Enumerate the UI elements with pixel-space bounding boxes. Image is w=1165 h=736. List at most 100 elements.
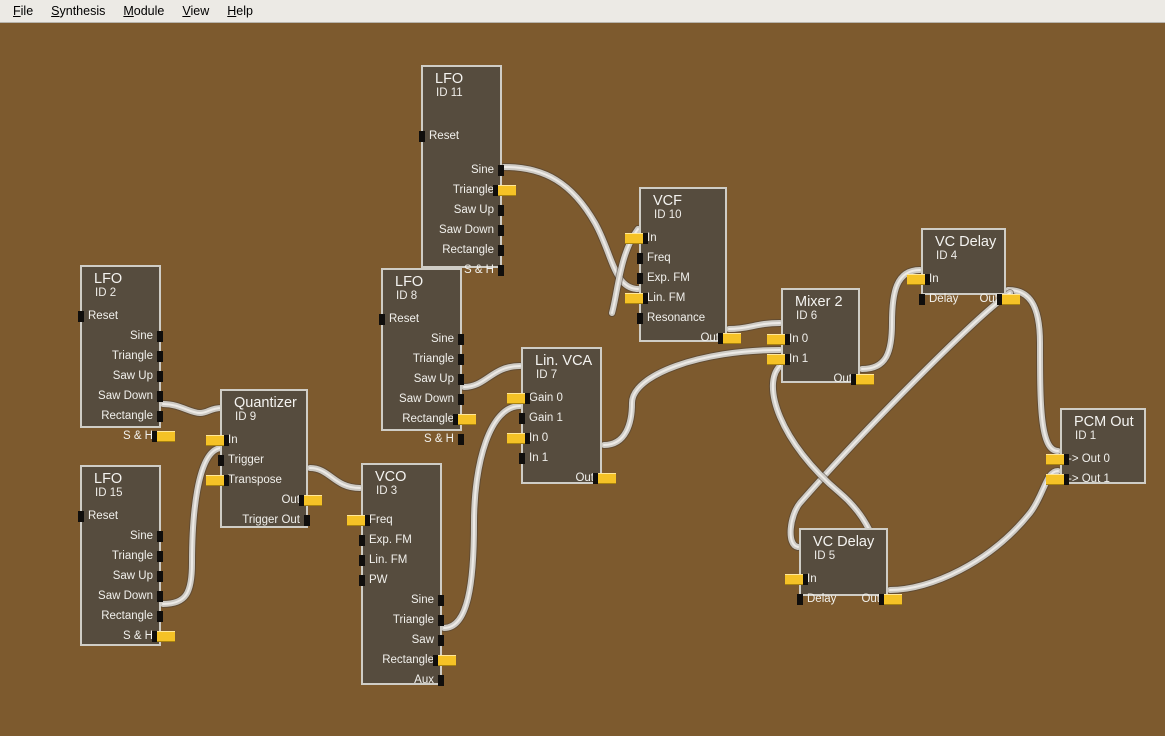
module-pcmout1[interactable]: PCM Out ID 1 -> Out 0 -> Out 1: [1046, 408, 1146, 485]
jack-vcf10-resonance[interactable]: [637, 313, 643, 324]
jack-mixer6-in-0[interactable]: [767, 334, 790, 345]
jack-lfo2-rectangle[interactable]: [157, 411, 163, 422]
jack-lfo8-saw-up[interactable]: [458, 374, 464, 385]
jack-vco3-triangle[interactable]: [438, 615, 444, 626]
jack-lfo8-sine[interactable]: [458, 334, 464, 345]
jack-vcf10-in[interactable]: [625, 233, 648, 244]
jack-lfo2-sine[interactable]: [157, 331, 163, 342]
jack-vco3-aux[interactable]: [438, 675, 444, 686]
jack-lfo11-rectangle[interactable]: [498, 245, 504, 256]
jack-quantizer9-trigger[interactable]: [218, 455, 224, 466]
module-lfo15[interactable]: LFO ID 15 Reset Sine Triangle Saw Up Saw Down R…: [78, 465, 175, 646]
jack-quantizer9-trigger-out[interactable]: [304, 515, 310, 526]
jack-vco3-saw[interactable]: [438, 635, 444, 646]
jack-lfo8-triangle[interactable]: [458, 354, 464, 365]
jack-vca7-in-0[interactable]: [507, 433, 530, 444]
port-label-lfo2-reset: Reset: [88, 310, 119, 322]
module-lfo8[interactable]: LFO ID 8 Reset Sine Triangle Saw Up Saw Down Re…: [379, 268, 476, 445]
port-label-vca7-in-1: In 1: [529, 452, 549, 464]
port-label-vca7-in-0: In 0: [529, 432, 549, 444]
cable-quantizer-out-to-vco-freq[interactable]: [307, 465, 363, 491]
cable-vca-out-to-mixer-in1[interactable]: [601, 347, 783, 448]
jack-vca7-out[interactable]: [593, 473, 616, 484]
jack-quantizer9-in[interactable]: [206, 435, 229, 446]
module-vcdelay4[interactable]: VC Delay ID 4 In Delay Out: [907, 228, 1020, 305]
jack-quantizer9-transpose[interactable]: [206, 475, 229, 486]
jack-lfo15-triangle[interactable]: [157, 551, 163, 562]
jack-lfo8-reset[interactable]: [379, 314, 385, 325]
cable-lfo8-rect-to-vca-gain0[interactable]: [461, 363, 523, 390]
cable-highlight: [463, 365, 521, 388]
jack-pcmout1-out-0[interactable]: [1046, 454, 1069, 465]
module-mixer6[interactable]: Mixer 2 ID 6 In 0 In 1 Out: [767, 288, 874, 385]
jack-lfo11-triangle[interactable]: [493, 185, 516, 196]
jack-vcdelay4-delay[interactable]: [919, 294, 925, 305]
jack-vcdelay5-out[interactable]: [879, 594, 902, 605]
jack-lfo11-reset[interactable]: [419, 131, 425, 142]
jack-vcdelay4-in[interactable]: [907, 274, 930, 285]
port-label-lfo15-s-h: S & H: [122, 630, 153, 642]
cable-vcdelay4-out-to-pcmout0[interactable]: [1005, 287, 1061, 454]
jack-lfo15-s-h[interactable]: [152, 631, 175, 642]
jack-lfo15-rectangle[interactable]: [157, 611, 163, 622]
menu-item-synthesis[interactable]: Synthesis: [42, 1, 114, 21]
jack-vcf10-freq[interactable]: [637, 253, 643, 264]
jack-lfo15-reset[interactable]: [78, 511, 84, 522]
cable-vcdelay5-out-to-pcmout1[interactable]: [887, 468, 1061, 593]
jack-vca7-in-1[interactable]: [519, 453, 525, 464]
menu-item-module[interactable]: Module: [114, 1, 173, 21]
jack-vco3-sine[interactable]: [438, 595, 444, 606]
jack-lfo2-reset[interactable]: [78, 311, 84, 322]
cable-lfo2-sh-to-quantizer-in[interactable]: [160, 401, 225, 417]
jack-lfo11-saw-down[interactable]: [498, 225, 504, 236]
jack-lfo2-s-h[interactable]: [152, 431, 175, 442]
jack-lfo15-saw-down[interactable]: [157, 591, 163, 602]
jack-quantizer9-out[interactable]: [299, 495, 322, 506]
jack-vco3-exp-fm[interactable]: [359, 535, 365, 546]
port-label-vco3-aux: Aux: [414, 674, 434, 686]
jack-vca7-gain-1[interactable]: [519, 413, 525, 424]
port-label-vca7-out: Out: [575, 472, 594, 484]
module-quantizer9[interactable]: Quantizer ID 9 In Trigger Transpose Out Trigge…: [206, 389, 322, 528]
jack-vco3-rectangle[interactable]: [433, 655, 456, 666]
cable-vcf-out-to-mixer-in0[interactable]: [726, 320, 783, 332]
jack-vcdelay4-out[interactable]: [997, 294, 1020, 305]
jack-lfo15-saw-up[interactable]: [157, 571, 163, 582]
jack-lfo11-saw-up[interactable]: [498, 205, 504, 216]
jack-vca7-gain-0[interactable]: [507, 393, 530, 404]
jack-lfo2-saw-down[interactable]: [157, 391, 163, 402]
jack-lfo8-s-h[interactable]: [458, 434, 464, 445]
menu-item-file[interactable]: File: [4, 1, 42, 21]
jack-lfo2-saw-up[interactable]: [157, 371, 163, 382]
jack-lfo2-triangle[interactable]: [157, 351, 163, 362]
module-vca7[interactable]: Lin. VCA ID 7 Gain 0 Gain 1 In 0 In 1 Out: [507, 347, 616, 484]
jack-vcf10-lin-fm[interactable]: [625, 293, 648, 304]
jack-vco3-pw[interactable]: [359, 575, 365, 586]
port-label-pcmout1-out-0: -> Out 0: [1068, 453, 1110, 465]
jack-lfo8-saw-down[interactable]: [458, 394, 464, 405]
jack-lfo15-sine[interactable]: [157, 531, 163, 542]
cable-lfo15-sh-to-quantizer-transpose[interactable]: [160, 445, 225, 607]
jack-vcdelay5-delay[interactable]: [797, 594, 803, 605]
module-lfo11[interactable]: LFO ID 11 Reset Sine Triangle Saw Up Saw Down R…: [419, 65, 516, 276]
jack-vcdelay5-in[interactable]: [785, 574, 808, 585]
jack-vco3-lin-fm[interactable]: [359, 555, 365, 566]
cable-lfo11-tri-to-vcf-linfm[interactable]: [501, 164, 641, 292]
module-vcf10[interactable]: VCF ID 10 In Freq Exp. FM Lin. FM Resonance Out: [625, 187, 741, 344]
patch-canvas[interactable]: LFO ID 11 Reset Sine Triangle Saw Up Saw Down R…: [0, 23, 1165, 736]
jack-vco3-freq[interactable]: [347, 515, 370, 526]
menu-item-help[interactable]: Help: [218, 1, 262, 21]
jack-lfo11-s-h[interactable]: [498, 265, 504, 276]
module-vco3[interactable]: VCO ID 3 Freq Exp. FM Lin. FM PW Sine Triangle S…: [347, 463, 456, 686]
jack-pcmout1-out-1[interactable]: [1046, 474, 1069, 485]
jack-lfo11-sine[interactable]: [498, 165, 504, 176]
jack-mixer6-out[interactable]: [851, 374, 874, 385]
module-vcdelay5[interactable]: VC Delay ID 5 In Delay Out: [785, 528, 902, 605]
jack-lfo8-rectangle[interactable]: [453, 414, 476, 425]
jack-mixer6-in-1[interactable]: [767, 354, 790, 365]
module-lfo2[interactable]: LFO ID 2 Reset Sine Triangle Saw Up Saw Down Re…: [78, 265, 175, 442]
cable-highlight: [603, 349, 781, 446]
menu-item-view[interactable]: View: [173, 1, 218, 21]
jack-vcf10-exp-fm[interactable]: [637, 273, 643, 284]
jack-vcf10-out[interactable]: [718, 333, 741, 344]
